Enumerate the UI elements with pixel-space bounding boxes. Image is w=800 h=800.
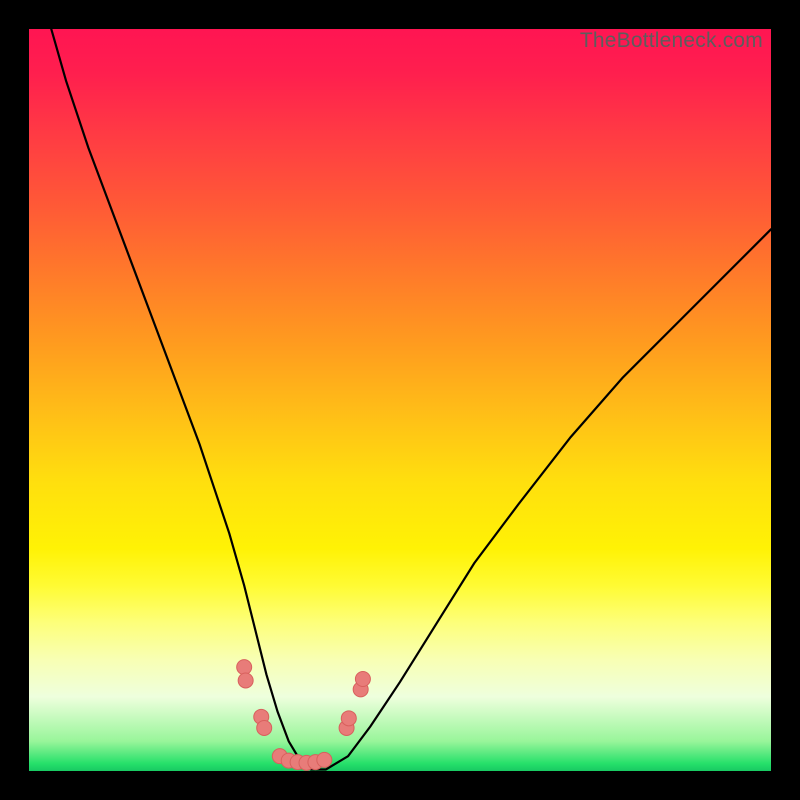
curve-marker (257, 720, 272, 735)
curve-marker (238, 673, 253, 688)
curve-marker (341, 711, 356, 726)
bottleneck-curve-path (51, 29, 771, 770)
curve-marker (317, 752, 332, 767)
curve-marker (355, 671, 370, 686)
chart-svg (29, 29, 771, 771)
curve-marker (237, 660, 252, 675)
plot-area: TheBottleneck.com (29, 29, 771, 771)
chart-frame: TheBottleneck.com (0, 0, 800, 800)
